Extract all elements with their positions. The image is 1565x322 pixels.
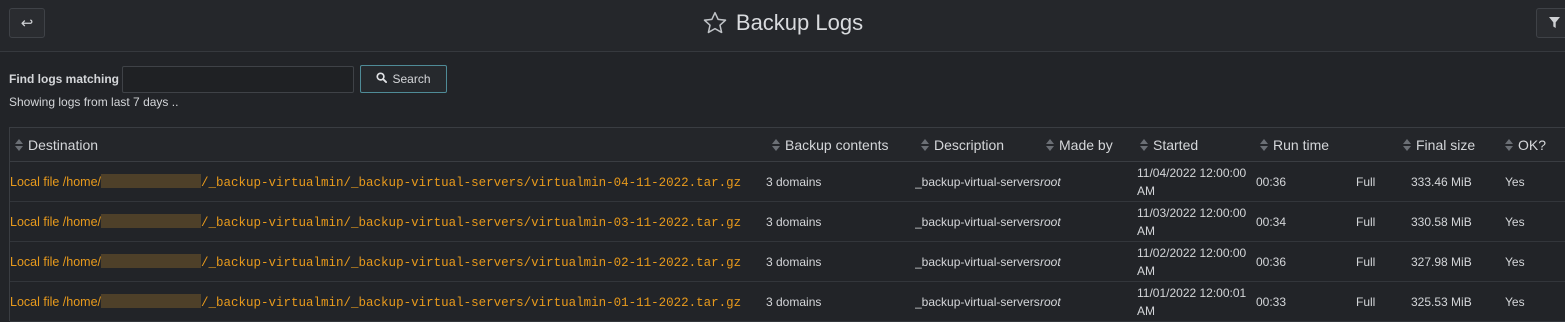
backup-contents: 3 domains [766, 161, 915, 202]
run-time: 00:33 [1256, 281, 1356, 322]
run-time: 00:36 [1256, 241, 1356, 282]
star-icon[interactable] [702, 10, 728, 36]
column-header-backup-contents[interactable]: Backup contents [766, 128, 915, 162]
column-header-made-by[interactable]: Made by [1040, 128, 1137, 162]
made-by: root [1040, 241, 1137, 282]
column-header-ok[interactable]: OK? [1501, 128, 1565, 162]
final-size: 327.98 MiB [1399, 241, 1501, 282]
made-by: root [1040, 201, 1137, 242]
redacted-username [101, 253, 202, 268]
final-size: 325.53 MiB [1399, 281, 1501, 322]
backup-type: Full [1356, 161, 1399, 202]
search-input[interactable] [122, 65, 354, 93]
final-size: 330.58 MiB [1399, 201, 1501, 242]
backup-destination-link[interactable]: Local file /home//_backup-virtualmin/_ba… [10, 293, 741, 310]
started-time: 11/03/2022 12:00:00 AM [1137, 201, 1256, 242]
run-time: 00:36 [1256, 161, 1356, 202]
backup-destination-link[interactable]: Local file /home//_backup-virtualmin/_ba… [10, 253, 741, 270]
table-row: Local file /home//_backup-virtualmin/_ba… [10, 161, 1565, 202]
showing-range-text: Showing logs from last 7 days .. [9, 95, 179, 109]
search-label: Find logs matching [9, 72, 119, 86]
started-time: 11/01/2022 12:00:01 AM [1137, 281, 1256, 322]
table-row: Local file /home//_backup-virtualmin/_ba… [10, 241, 1565, 282]
table-header-row: Destination Backup contents Description … [10, 128, 1565, 162]
ok-status: Yes [1501, 281, 1565, 322]
description: _backup-virtual-servers [915, 281, 1040, 322]
backup-type: Full [1356, 281, 1399, 322]
made-by: root [1040, 281, 1137, 322]
backup-contents: 3 domains [766, 241, 915, 282]
backup-logs-table: Destination Backup contents Description … [9, 127, 1565, 322]
description: _backup-virtual-servers [915, 241, 1040, 282]
backup-contents: 3 domains [766, 201, 915, 242]
sort-icon [1046, 138, 1054, 151]
sort-icon [921, 138, 929, 151]
search-button[interactable]: Search [360, 65, 447, 93]
sort-icon [772, 138, 780, 151]
backup-destination-link[interactable]: Local file /home//_backup-virtualmin/_ba… [10, 173, 741, 190]
column-header-started[interactable]: Started [1137, 128, 1256, 162]
started-time: 11/02/2022 12:00:00 AM [1137, 241, 1256, 282]
backup-destination-link[interactable]: Local file /home//_backup-virtualmin/_ba… [10, 213, 741, 230]
sort-icon [1140, 138, 1148, 151]
page-header: Backup Logs [0, 0, 1565, 46]
run-time: 00:34 [1256, 201, 1356, 242]
page-title: Backup Logs [735, 10, 864, 35]
table-row: Local file /home//_backup-virtualmin/_ba… [10, 201, 1565, 242]
redacted-username [101, 173, 202, 188]
column-header-type [1356, 128, 1399, 162]
top-bar: ↩ Backup Logs [0, 0, 1565, 52]
backup-contents: 3 domains [766, 281, 915, 322]
table-row: Local file /home//_backup-virtualmin/_ba… [10, 281, 1565, 322]
ok-status: Yes [1501, 201, 1565, 242]
description: _backup-virtual-servers [915, 201, 1040, 242]
ok-status: Yes [1501, 241, 1565, 282]
filter-icon [1549, 16, 1560, 31]
column-header-run-time[interactable]: Run time [1256, 128, 1356, 162]
search-form: Find logs matching Search [9, 65, 447, 93]
column-header-description[interactable]: Description [915, 128, 1040, 162]
made-by: root [1040, 161, 1137, 202]
sort-icon [15, 138, 23, 151]
column-header-final-size[interactable]: Final size [1399, 128, 1501, 162]
ok-status: Yes [1501, 161, 1565, 202]
redacted-username [101, 213, 202, 228]
column-header-destination[interactable]: Destination [10, 128, 766, 162]
search-icon [376, 72, 388, 86]
search-button-label: Search [392, 72, 431, 86]
filter-button[interactable] [1536, 8, 1565, 38]
sort-icon [1260, 138, 1268, 151]
final-size: 333.46 MiB [1399, 161, 1501, 202]
description: _backup-virtual-servers [915, 161, 1040, 202]
redacted-username [101, 293, 202, 308]
backup-type: Full [1356, 201, 1399, 242]
sort-icon [1403, 138, 1411, 151]
started-time: 11/04/2022 12:00:00 AM [1137, 161, 1256, 202]
sort-icon [1505, 138, 1513, 151]
backup-type: Full [1356, 241, 1399, 282]
